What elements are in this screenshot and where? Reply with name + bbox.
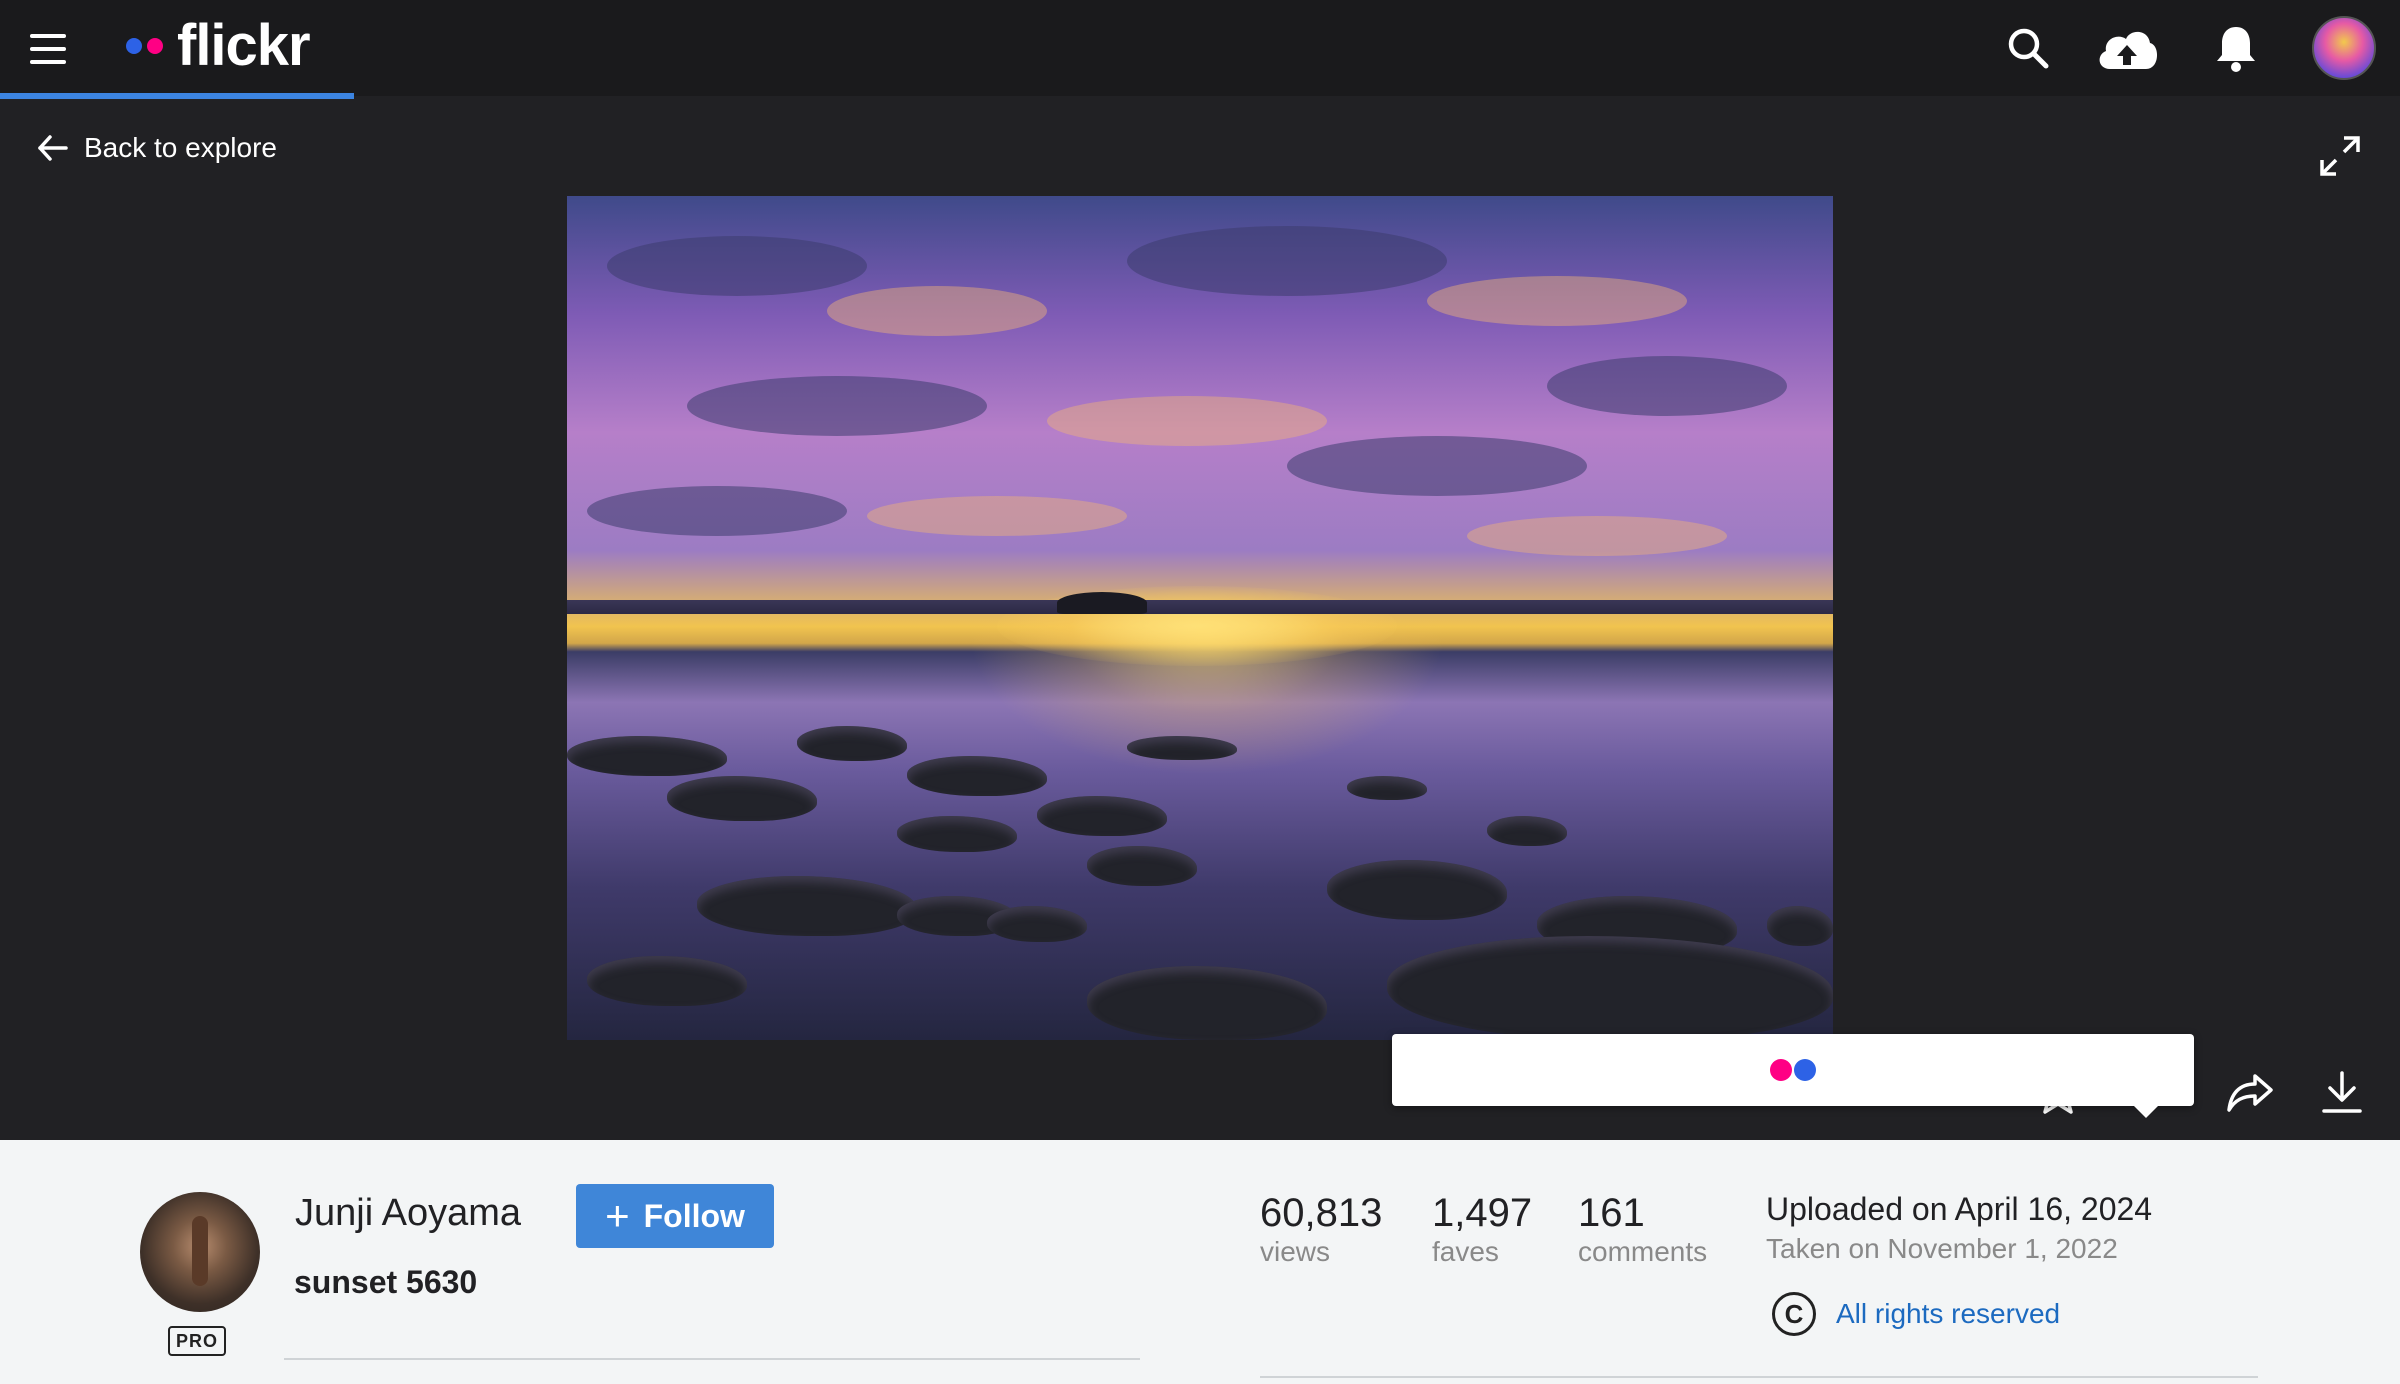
stat-views: 60,813 views xyxy=(1260,1190,1382,1268)
stat-number: 60,813 xyxy=(1260,1191,1383,1235)
photo-cloud xyxy=(867,496,1127,536)
logo-blue-dot xyxy=(126,38,142,54)
main-photo[interactable] xyxy=(567,196,1833,1040)
photo-cloud xyxy=(827,286,1047,336)
bell-icon[interactable] xyxy=(2208,20,2264,76)
photo-cloud xyxy=(1287,436,1587,496)
logo-wordmark: flickr xyxy=(177,13,311,78)
arrow-left-icon xyxy=(38,135,68,161)
divider xyxy=(284,1358,1140,1360)
owner-name-link[interactable]: Junji Aoyama xyxy=(295,1192,521,1235)
back-link-label: Back to explore xyxy=(84,132,277,163)
stat-number: 1,497 xyxy=(1432,1191,1533,1235)
photo-rock xyxy=(797,726,907,761)
photo-rock xyxy=(1037,796,1167,836)
back-to-explore-link[interactable]: Back to explore xyxy=(36,128,277,168)
stat-comments[interactable]: 161 comments xyxy=(1578,1190,1707,1268)
stat-label: faves xyxy=(1432,1236,1499,1267)
photo-rock xyxy=(1087,846,1197,886)
stat-label: comments xyxy=(1578,1236,1708,1267)
share-popup-loading xyxy=(1392,1034,2194,1118)
loading-blue-dot xyxy=(1794,1059,1816,1081)
photo-rock xyxy=(1767,906,1833,946)
logo-pink-dot xyxy=(147,38,163,54)
download-icon[interactable] xyxy=(2314,1064,2370,1120)
stat-label: views xyxy=(1260,1236,1331,1267)
share-arrow-icon[interactable] xyxy=(2222,1064,2278,1120)
photo-info-panel: PRO Junji Aoyama + Follow sunset 5630 60… xyxy=(0,1140,2400,1384)
copyright-icon: C xyxy=(1772,1292,1816,1336)
search-icon[interactable] xyxy=(2000,20,2056,76)
stat-faves[interactable]: 1,497 faves xyxy=(1432,1190,1532,1268)
photo-cloud xyxy=(1467,516,1727,556)
loading-pink-dot xyxy=(1770,1059,1792,1081)
loading-progress-bar xyxy=(0,93,354,99)
flickr-logo[interactable]: flickr xyxy=(126,13,311,78)
stat-number: 161 xyxy=(1578,1191,1645,1235)
photo-rock xyxy=(1127,736,1237,760)
photo-cloud xyxy=(687,376,987,436)
photo-horizon xyxy=(567,600,1833,614)
hamburger-menu-icon[interactable] xyxy=(30,34,66,64)
user-avatar[interactable] xyxy=(2312,16,2376,80)
photo-title: sunset 5630 xyxy=(294,1264,478,1300)
photo-rock xyxy=(1347,776,1427,800)
photo-rock xyxy=(1387,936,1833,1040)
photo-rock xyxy=(567,736,727,776)
owner-avatar[interactable] xyxy=(140,1192,260,1312)
photo-cloud xyxy=(1427,276,1687,326)
cloud-upload-icon[interactable] xyxy=(2092,20,2162,76)
license-label: All rights reserved xyxy=(1836,1298,2061,1329)
photo-rock xyxy=(1327,860,1507,920)
photo-island xyxy=(1057,592,1147,614)
avatar-figure xyxy=(192,1216,208,1286)
popup-caret xyxy=(2132,1104,2160,1118)
follow-button[interactable]: + Follow xyxy=(576,1184,774,1248)
uploaded-date: Uploaded on April 16, 2024 xyxy=(1766,1191,2153,1227)
photo-rock xyxy=(1487,816,1567,846)
photo-rock xyxy=(667,776,817,821)
photo-cloud xyxy=(587,486,847,536)
taken-date: Taken on November 1, 2022 xyxy=(1766,1233,2118,1264)
license-link[interactable]: C All rights reserved xyxy=(1772,1290,2060,1338)
pro-badge: PRO xyxy=(168,1326,226,1356)
expand-icon[interactable] xyxy=(2318,134,2362,178)
photo-rock xyxy=(907,756,1047,796)
photo-rock xyxy=(697,876,917,936)
photo-rock xyxy=(587,956,747,1006)
photo-rock xyxy=(897,816,1017,852)
photo-rock xyxy=(1087,966,1327,1040)
top-navbar: flickr xyxy=(0,0,2400,99)
photo-cloud xyxy=(1127,226,1447,296)
follow-button-label: Follow xyxy=(643,1197,745,1234)
photo-cloud xyxy=(1547,356,1787,416)
divider xyxy=(1260,1376,2258,1378)
plus-icon: + xyxy=(605,1192,630,1239)
photo-cloud xyxy=(1047,396,1327,446)
photo-rock xyxy=(987,906,1087,942)
photo-cloud xyxy=(607,236,867,296)
